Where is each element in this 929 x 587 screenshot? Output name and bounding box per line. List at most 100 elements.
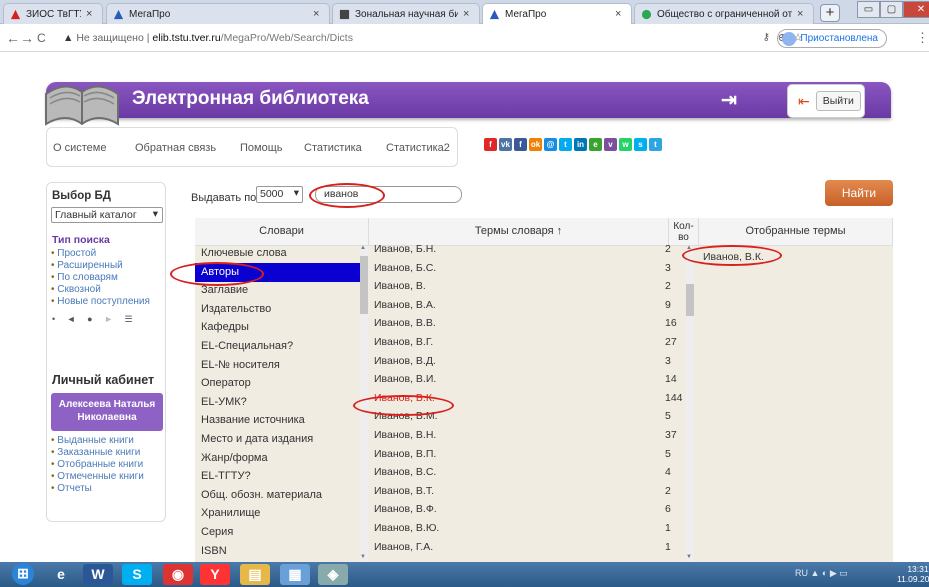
taskbar-yandex-icon[interactable]: Y <box>200 564 230 585</box>
nav-help[interactable]: Помощь <box>240 142 283 154</box>
nav-about[interactable]: О системе <box>53 142 106 154</box>
minimize-button[interactable]: ▭ <box>857 1 880 18</box>
term-row[interactable]: Иванов, В.Ю. 1 <box>369 519 685 537</box>
dot-icon[interactable]: ● <box>87 314 92 324</box>
close-icon[interactable]: × <box>463 8 473 20</box>
dictionary-row[interactable]: Название источника <box>195 411 360 430</box>
back-button[interactable]: ← <box>6 30 20 46</box>
dictionary-row[interactable]: ISBN <box>195 542 360 561</box>
evernote-icon[interactable]: e <box>589 138 602 151</box>
cabinet-ordered[interactable]: Заказанные книги <box>51 447 144 459</box>
taskbar-paint-icon[interactable]: ▦ <box>280 564 310 585</box>
term-row[interactable]: Иванов, В. 2 <box>369 277 685 295</box>
scroll-down-icon[interactable]: ▼ <box>360 554 366 560</box>
dictionary-row[interactable]: Оператор <box>195 374 360 393</box>
cabinet-reports[interactable]: Отчеты <box>51 483 144 495</box>
vk-icon[interactable]: vk <box>499 138 512 151</box>
reload-button[interactable]: C <box>37 31 46 45</box>
clock[interactable]: 13:31 11.09.2020 <box>897 564 929 584</box>
search-type-through[interactable]: Сквозной <box>51 284 150 296</box>
term-row[interactable]: Иванов, В.Г. 27 <box>369 333 685 351</box>
term-row[interactable]: Иванов, В.С. 4 <box>369 463 685 481</box>
search-type-dicts[interactable]: По словарям <box>51 272 150 284</box>
term-row[interactable]: Иванов, Б.Н. 2 <box>369 240 685 258</box>
term-row[interactable]: Иванов, В.Т. 2 <box>369 482 685 500</box>
odnoklassniki-icon[interactable]: ok <box>529 138 542 151</box>
term-row[interactable]: Иванов, Г.А. 1 <box>369 538 685 556</box>
close-window-button[interactable]: ✕ <box>903 1 929 18</box>
dictionary-row[interactable]: EL-ТГТУ? <box>195 467 360 486</box>
tab-company[interactable]: Общество с ограниченной отв × <box>634 3 814 24</box>
cabinet-issued[interactable]: Выданные книги <box>51 435 144 447</box>
dictionary-row[interactable]: Место и дата издания <box>195 430 360 449</box>
close-icon[interactable]: × <box>313 8 323 20</box>
twitter-icon[interactable]: t <box>559 138 572 151</box>
system-tray[interactable]: RU ▲ ◐ ▶ ▭ <box>795 568 848 579</box>
search-type-simple[interactable]: Простой <box>51 248 150 260</box>
term-row[interactable]: Иванов, В.А. 9 <box>369 296 685 314</box>
user-name-button[interactable]: Алексеева Наталья Николаевна <box>51 393 163 431</box>
close-icon[interactable]: × <box>797 8 807 20</box>
per-page-select[interactable]: 5000 ▾ <box>256 186 303 203</box>
skype-icon[interactable]: s <box>634 138 647 151</box>
taskbar-ie-icon[interactable]: e <box>46 564 76 585</box>
telegram-icon[interactable]: t <box>649 138 662 151</box>
dictionary-row[interactable]: Жанр/форма <box>195 449 360 468</box>
key-icon[interactable]: ⚷ <box>763 32 770 43</box>
whatsapp-icon[interactable]: w <box>619 138 632 151</box>
taskbar-word-icon[interactable]: W <box>83 564 113 585</box>
cabinet-marked[interactable]: Отмеченные книги <box>51 471 144 483</box>
taskbar-explorer-icon[interactable]: ▤ <box>240 564 270 585</box>
term-row[interactable]: Иванов, В.Ф. 6 <box>369 500 685 518</box>
browser-menu-icon[interactable]: ⋮ <box>916 30 929 46</box>
tab-zios[interactable]: ЗИОС ТвГТУ - АИБС МегаПро × <box>3 3 103 24</box>
tab-megapro-active[interactable]: МегаПро × <box>482 3 632 24</box>
term-row[interactable]: Иванов, В.П. 5 <box>369 445 685 463</box>
dictionary-row[interactable]: Ключевые слова <box>195 244 360 263</box>
sync-paused-button[interactable]: Приостановлена <box>777 29 887 48</box>
tab-library[interactable]: Зональная научная библиотека × <box>332 3 480 24</box>
url-field[interactable]: ▲ He защищено | elib.tstu.tver.ru/MegaPr… <box>50 28 895 49</box>
search-type-advanced[interactable]: Расширенный <box>51 260 150 272</box>
search-type-new[interactable]: Новые поступления <box>51 296 150 308</box>
dictionary-row[interactable]: EL-Специальная? <box>195 337 360 356</box>
next-icon[interactable]: ► <box>104 314 113 324</box>
nav-statistics2[interactable]: Статистика2 <box>386 142 450 154</box>
close-icon[interactable]: × <box>615 8 625 20</box>
term-scrollbar-thumb[interactable] <box>686 284 694 316</box>
list-icon[interactable]: ☰ <box>125 314 133 324</box>
mymail-icon[interactable]: @ <box>544 138 557 151</box>
exit-button[interactable]: Выйти <box>815 91 861 111</box>
new-tab-button[interactable]: + <box>820 4 840 22</box>
dictionary-row[interactable]: Хранилище <box>195 504 360 523</box>
facebook-icon[interactable]: f <box>514 138 527 151</box>
nav-feedback[interactable]: Обратная связь <box>135 142 216 154</box>
find-button[interactable]: Найти <box>825 180 893 206</box>
maximize-button[interactable]: ▢ <box>880 1 903 18</box>
close-icon[interactable]: × <box>86 8 96 20</box>
term-row[interactable]: Иванов, В.Н. 37 <box>369 426 685 444</box>
nav-statistics[interactable]: Статистика <box>304 142 362 154</box>
taskbar-skype-icon[interactable]: S <box>122 564 152 585</box>
scroll-down-icon[interactable]: ▼ <box>686 554 692 560</box>
dictionary-row[interactable]: EL-УМК? <box>195 393 360 412</box>
term-row[interactable]: Иванов, В.И. 14 <box>369 370 685 388</box>
dictionary-row[interactable]: EL-№ носителя <box>195 356 360 375</box>
tab-megapro-1[interactable]: МегаПро × <box>106 3 330 24</box>
db-select[interactable]: Главный каталог ▾ <box>51 207 163 223</box>
taskbar-misc-icon[interactable]: ◈ <box>318 564 348 585</box>
dictionary-row[interactable]: Кафедры <box>195 318 360 337</box>
prev-icon[interactable]: ◄ <box>67 314 76 324</box>
taskbar-chrome-icon[interactable]: ◉ <box>163 564 193 585</box>
viber-icon[interactable]: v <box>604 138 617 151</box>
term-row[interactable]: Иванов, В.В. 16 <box>369 314 685 332</box>
scroll-up-icon[interactable]: ▲ <box>360 245 366 251</box>
dictionary-row[interactable]: Серия <box>195 523 360 542</box>
dict-scrollbar-thumb[interactable] <box>360 256 368 314</box>
dictionary-row[interactable]: Издательство <box>195 300 360 319</box>
forward-button[interactable]: → <box>20 30 34 46</box>
flipboard-icon[interactable]: f <box>484 138 497 151</box>
dictionary-row[interactable]: Общ. обозн. материала <box>195 486 360 505</box>
taskbar-start-orb-icon[interactable]: ⊞ <box>12 563 34 585</box>
col-selected-terms[interactable]: Отобранные термы <box>699 218 893 246</box>
